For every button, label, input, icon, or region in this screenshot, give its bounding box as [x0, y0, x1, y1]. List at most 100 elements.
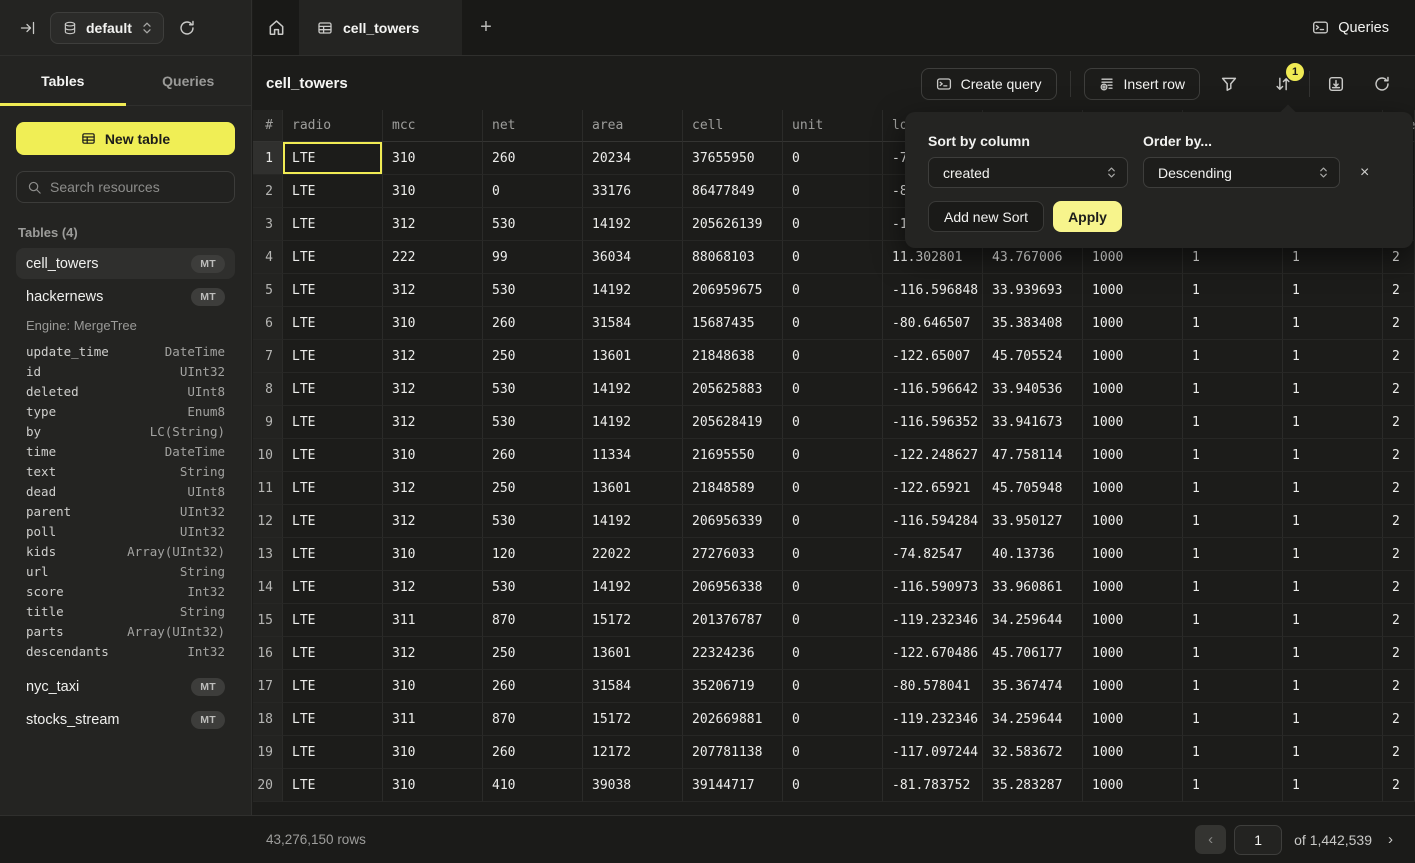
tab-queries[interactable]: Queries: [126, 56, 252, 105]
table-cell[interactable]: 0: [783, 472, 883, 505]
table-cell[interactable]: 13601: [583, 340, 683, 373]
table-cell[interactable]: 31584: [583, 307, 683, 340]
table-cell[interactable]: 1: [1183, 373, 1283, 406]
table-cell[interactable]: 2: [1383, 373, 1415, 406]
table-cell[interactable]: 36034: [583, 241, 683, 274]
table-cell[interactable]: 310: [383, 439, 483, 472]
table-cell[interactable]: 1000: [1083, 736, 1183, 769]
table-cell[interactable]: 2: [1383, 307, 1415, 340]
table-cell[interactable]: 1: [1183, 703, 1283, 736]
row-number-cell[interactable]: 18: [253, 703, 283, 736]
table-cell[interactable]: 206959675: [683, 274, 783, 307]
table-cell[interactable]: 39038: [583, 769, 683, 802]
table-cell[interactable]: 530: [483, 373, 583, 406]
table-cell[interactable]: 45.705948: [983, 472, 1083, 505]
table-cell[interactable]: LTE: [283, 703, 383, 736]
column-header-mcc[interactable]: mcc: [383, 110, 483, 142]
table-cell[interactable]: 2: [1383, 505, 1415, 538]
table-cell[interactable]: 1000: [1083, 307, 1183, 340]
table-cell[interactable]: 205628419: [683, 406, 783, 439]
table-cell[interactable]: 1: [1183, 670, 1283, 703]
table-cell[interactable]: 0: [783, 142, 883, 175]
table-cell[interactable]: 410: [483, 769, 583, 802]
table-cell[interactable]: 35.383408: [983, 307, 1083, 340]
table-cell[interactable]: 1: [1183, 637, 1283, 670]
table-cell[interactable]: 205626139: [683, 208, 783, 241]
table-cell[interactable]: 39144717: [683, 769, 783, 802]
table-cell[interactable]: 250: [483, 340, 583, 373]
table-cell[interactable]: 1: [1283, 307, 1383, 340]
download-button[interactable]: [1323, 71, 1349, 97]
table-cell[interactable]: 99: [483, 241, 583, 274]
column-header-unit[interactable]: unit: [783, 110, 883, 142]
add-new-sort-button[interactable]: Add new Sort: [928, 201, 1044, 232]
table-cell[interactable]: 1: [1283, 538, 1383, 571]
sort-column-select[interactable]: created: [928, 157, 1128, 188]
table-cell[interactable]: 0: [783, 670, 883, 703]
table-cell[interactable]: 0: [783, 703, 883, 736]
table-cell[interactable]: 0: [783, 637, 883, 670]
table-cell[interactable]: 530: [483, 505, 583, 538]
table-cell[interactable]: 2: [1383, 736, 1415, 769]
table-cell[interactable]: LTE: [283, 472, 383, 505]
table-cell[interactable]: 47.758114: [983, 439, 1083, 472]
table-cell[interactable]: 1: [1283, 769, 1383, 802]
table-cell[interactable]: -116.594284: [883, 505, 983, 538]
table-cell[interactable]: 15172: [583, 604, 683, 637]
table-cell[interactable]: 0: [783, 307, 883, 340]
table-cell[interactable]: LTE: [283, 604, 383, 637]
table-cell[interactable]: 15172: [583, 703, 683, 736]
table-cell[interactable]: 37655950: [683, 142, 783, 175]
table-cell[interactable]: 32.583672: [983, 736, 1083, 769]
table-cell[interactable]: 1: [1183, 307, 1283, 340]
new-tab-button[interactable]: +: [462, 0, 510, 55]
table-cell[interactable]: 35.283287: [983, 769, 1083, 802]
table-cell[interactable]: 311: [383, 703, 483, 736]
table-cell[interactable]: LTE: [283, 670, 383, 703]
table-cell[interactable]: -81.783752: [883, 769, 983, 802]
table-cell[interactable]: 14192: [583, 505, 683, 538]
table-cell[interactable]: 1: [1283, 571, 1383, 604]
table-cell[interactable]: 310: [383, 142, 483, 175]
row-number-cell[interactable]: 14: [253, 571, 283, 604]
table-cell[interactable]: -80.578041: [883, 670, 983, 703]
table-cell[interactable]: 1: [1283, 274, 1383, 307]
table-cell[interactable]: LTE: [283, 307, 383, 340]
table-cell[interactable]: 1: [1283, 670, 1383, 703]
table-cell[interactable]: LTE: [283, 340, 383, 373]
table-cell[interactable]: LTE: [283, 505, 383, 538]
table-cell[interactable]: 312: [383, 505, 483, 538]
table-cell[interactable]: 0: [783, 373, 883, 406]
table-cell[interactable]: 1000: [1083, 571, 1183, 604]
table-cell[interactable]: 312: [383, 208, 483, 241]
table-cell[interactable]: -122.65921: [883, 472, 983, 505]
table-cell[interactable]: 0: [783, 769, 883, 802]
table-cell[interactable]: 1: [1183, 604, 1283, 637]
table-cell[interactable]: 35.367474: [983, 670, 1083, 703]
table-cell[interactable]: 870: [483, 703, 583, 736]
table-cell[interactable]: 1: [1183, 472, 1283, 505]
table-cell[interactable]: 86477849: [683, 175, 783, 208]
table-cell[interactable]: 1: [1283, 736, 1383, 769]
row-number-cell[interactable]: 13: [253, 538, 283, 571]
table-cell[interactable]: 31584: [583, 670, 683, 703]
table-cell[interactable]: -119.232346: [883, 703, 983, 736]
table-cell[interactable]: 1: [1183, 439, 1283, 472]
table-cell[interactable]: 0: [783, 439, 883, 472]
table-cell[interactable]: 1000: [1083, 604, 1183, 637]
table-cell[interactable]: 207781138: [683, 736, 783, 769]
table-cell[interactable]: LTE: [283, 538, 383, 571]
table-cell[interactable]: 1: [1183, 274, 1283, 307]
tab-tables[interactable]: Tables: [0, 56, 126, 105]
table-cell[interactable]: 2: [1383, 538, 1415, 571]
table-cell[interactable]: -119.232346: [883, 604, 983, 637]
table-cell[interactable]: 14192: [583, 373, 683, 406]
table-cell[interactable]: 0: [783, 241, 883, 274]
home-tab[interactable]: [253, 0, 299, 55]
table-cell[interactable]: 1: [1283, 604, 1383, 637]
table-cell[interactable]: 0: [783, 175, 883, 208]
table-cell[interactable]: 0: [783, 604, 883, 637]
table-cell[interactable]: 12172: [583, 736, 683, 769]
table-cell[interactable]: 310: [383, 307, 483, 340]
row-number-cell[interactable]: 10: [253, 439, 283, 472]
